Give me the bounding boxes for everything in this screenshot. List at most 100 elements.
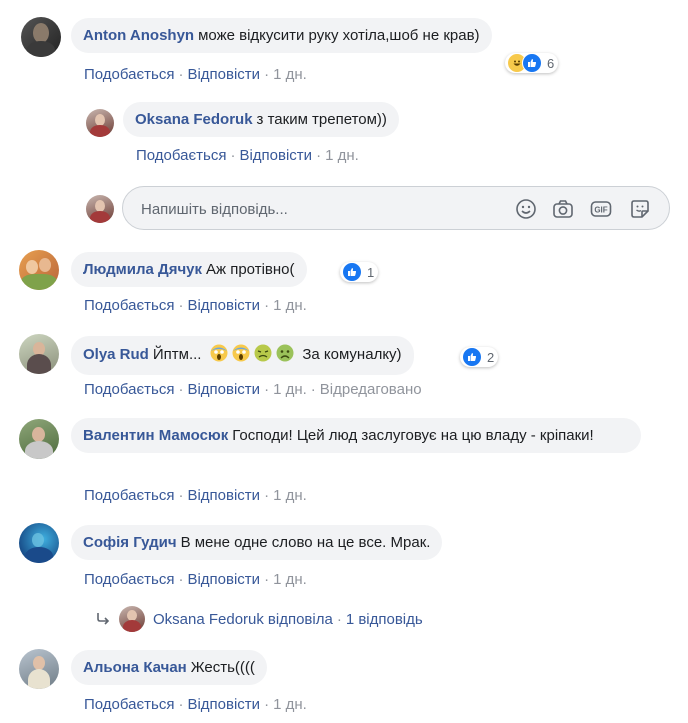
timestamp[interactable]: 1 дн. (273, 571, 307, 588)
reaction-count: 1 (367, 264, 375, 280)
avatar[interactable] (21, 17, 61, 57)
like-link[interactable]: Подобається (84, 487, 174, 504)
reaction-summary[interactable]: 6 (505, 53, 559, 73)
reply-link[interactable]: Відповісти (187, 487, 260, 504)
reply-arrow-icon (95, 612, 111, 626)
like-link[interactable]: Подобається (84, 66, 174, 83)
comment-actions: Подобається · Відповісти · 1 дн. · Відредагова… (84, 381, 422, 398)
separator: · (264, 696, 270, 713)
comment-actions: Подобається · Відповісти · 1 дн. (84, 571, 307, 588)
timestamp[interactable]: 1 дн. (273, 66, 307, 83)
like-link[interactable]: Подобається (84, 297, 174, 314)
like-reaction-icon (462, 347, 482, 367)
separator: · (178, 381, 184, 398)
comment-author[interactable]: Людмила Дячук (83, 261, 202, 278)
avatar[interactable] (19, 250, 59, 290)
nauseated-emoji-icon (254, 344, 272, 367)
reply-input-box: GIF (122, 186, 670, 230)
avatar[interactable] (19, 649, 59, 689)
timestamp[interactable]: 1 дн. (273, 487, 307, 504)
separator: · (178, 696, 184, 713)
comment-actions: Подобається · Відповісти · 1 дн. (84, 297, 307, 314)
reply-link[interactable]: Відповісти (187, 66, 260, 83)
reply-link[interactable]: Відповісти (187, 571, 260, 588)
comment-actions: Подобається · Відповісти · 1 дн. (136, 147, 359, 164)
scream-emoji-icon (232, 344, 250, 367)
comment-bubble: Oksana Fedoruk з таким трепетом)) (123, 102, 399, 137)
reaction-summary[interactable]: 2 (460, 347, 499, 367)
sticker-icon[interactable] (629, 198, 651, 220)
separator: · (178, 571, 184, 588)
separator: · (178, 66, 184, 83)
reply-link[interactable]: Відповісти (187, 696, 260, 713)
comment-text: Жесть(((( (190, 659, 255, 676)
timestamp[interactable]: 1 дн. (273, 696, 307, 713)
separator: · (264, 66, 270, 83)
gif-icon[interactable]: GIF (590, 198, 612, 220)
comment-actions: Подобається · Відповісти · 1 дн. (84, 487, 307, 504)
reply-link[interactable]: Відповісти (239, 147, 312, 164)
timestamp[interactable]: 1 дн. (325, 147, 359, 164)
comment-bubble: Anton Anoshyn може відкусити руку хотіла,… (71, 18, 492, 53)
avatar[interactable] (19, 419, 59, 459)
comment-author[interactable]: Софія Гудич (83, 534, 177, 551)
timestamp[interactable]: 1 дн. (273, 297, 307, 314)
reply-verb: відповіла (267, 610, 333, 628)
like-reaction-icon (522, 53, 542, 73)
avatar[interactable] (19, 523, 59, 563)
like-reaction-icon (342, 262, 362, 282)
like-link[interactable]: Подобається (84, 381, 174, 398)
comment-author[interactable]: Альона Качан (83, 659, 187, 676)
comment-text: Господи! Цей люд заслуговує на цю владу … (232, 427, 594, 444)
avatar[interactable] (86, 109, 114, 137)
comment-bubble: Софія Гудич В мене одне слово на це все. … (71, 525, 443, 560)
separator: · (316, 147, 322, 164)
edited-label[interactable]: Відредаговано (320, 381, 422, 398)
reaction-summary[interactable]: 1 (340, 262, 379, 282)
current-user-avatar (86, 195, 114, 223)
emoji-icon[interactable] (515, 198, 537, 220)
comment-author[interactable]: Oksana Fedoruk (135, 111, 253, 128)
view-replies-link[interactable]: Oksana Fedoruk відповіла · 1 відповідь (95, 606, 423, 632)
timestamp[interactable]: 1 дн. (273, 381, 307, 398)
comment-author[interactable]: Olya Rud (83, 346, 149, 363)
like-link[interactable]: Подобається (84, 571, 174, 588)
comment-text: В мене одне слово на це все. Мрак. (180, 534, 431, 551)
separator: · (310, 381, 316, 398)
comment-text: Йптм... (152, 346, 202, 363)
nauseated-emoji-icon (276, 344, 294, 367)
reply-input[interactable] (139, 197, 473, 221)
comment-actions: Подобається · Відповісти · 1 дн. (84, 696, 307, 713)
reaction-count: 2 (487, 349, 495, 365)
separator: · (264, 487, 270, 504)
comment-bubble: Людмила Дячук Аж протівно( (71, 252, 307, 287)
separator: · (230, 147, 236, 164)
like-link[interactable]: Подобається (136, 147, 226, 164)
comment-bubble: Валентин Мамосюк Господи! Цей люд заслуго… (71, 418, 641, 453)
reaction-count: 6 (547, 55, 555, 71)
reply-link[interactable]: Відповісти (187, 297, 260, 314)
comment-author[interactable]: Валентин Мамосюк (83, 427, 228, 444)
comment-text: Аж протівно( (206, 261, 295, 278)
comment-bubble: Olya Rud Йптм... За комуналку) (71, 336, 414, 375)
separator: · (336, 610, 342, 628)
comment-text: За комуналку) (302, 346, 402, 363)
separator: · (264, 297, 270, 314)
comment-bubble: Альона Качан Жесть(((( (71, 650, 267, 685)
comment-actions: Подобається · Відповісти · 1 дн. (84, 66, 307, 83)
svg-text:GIF: GIF (594, 206, 607, 215)
like-link[interactable]: Подобається (84, 696, 174, 713)
avatar (119, 606, 145, 632)
camera-icon[interactable] (552, 198, 574, 220)
separator: · (178, 297, 184, 314)
comment-author[interactable]: Anton Anoshyn (83, 27, 194, 44)
reply-count: 1 відповідь (345, 610, 423, 628)
separator: · (264, 571, 270, 588)
separator: · (178, 487, 184, 504)
avatar[interactable] (19, 334, 59, 374)
comment-text: може відкусити руку хотіла,шоб не крав) (198, 27, 480, 44)
reply-link[interactable]: Відповісти (187, 381, 260, 398)
separator: · (264, 381, 270, 398)
scream-emoji-icon (210, 344, 228, 367)
comment-text: з таким трепетом)) (256, 111, 387, 128)
